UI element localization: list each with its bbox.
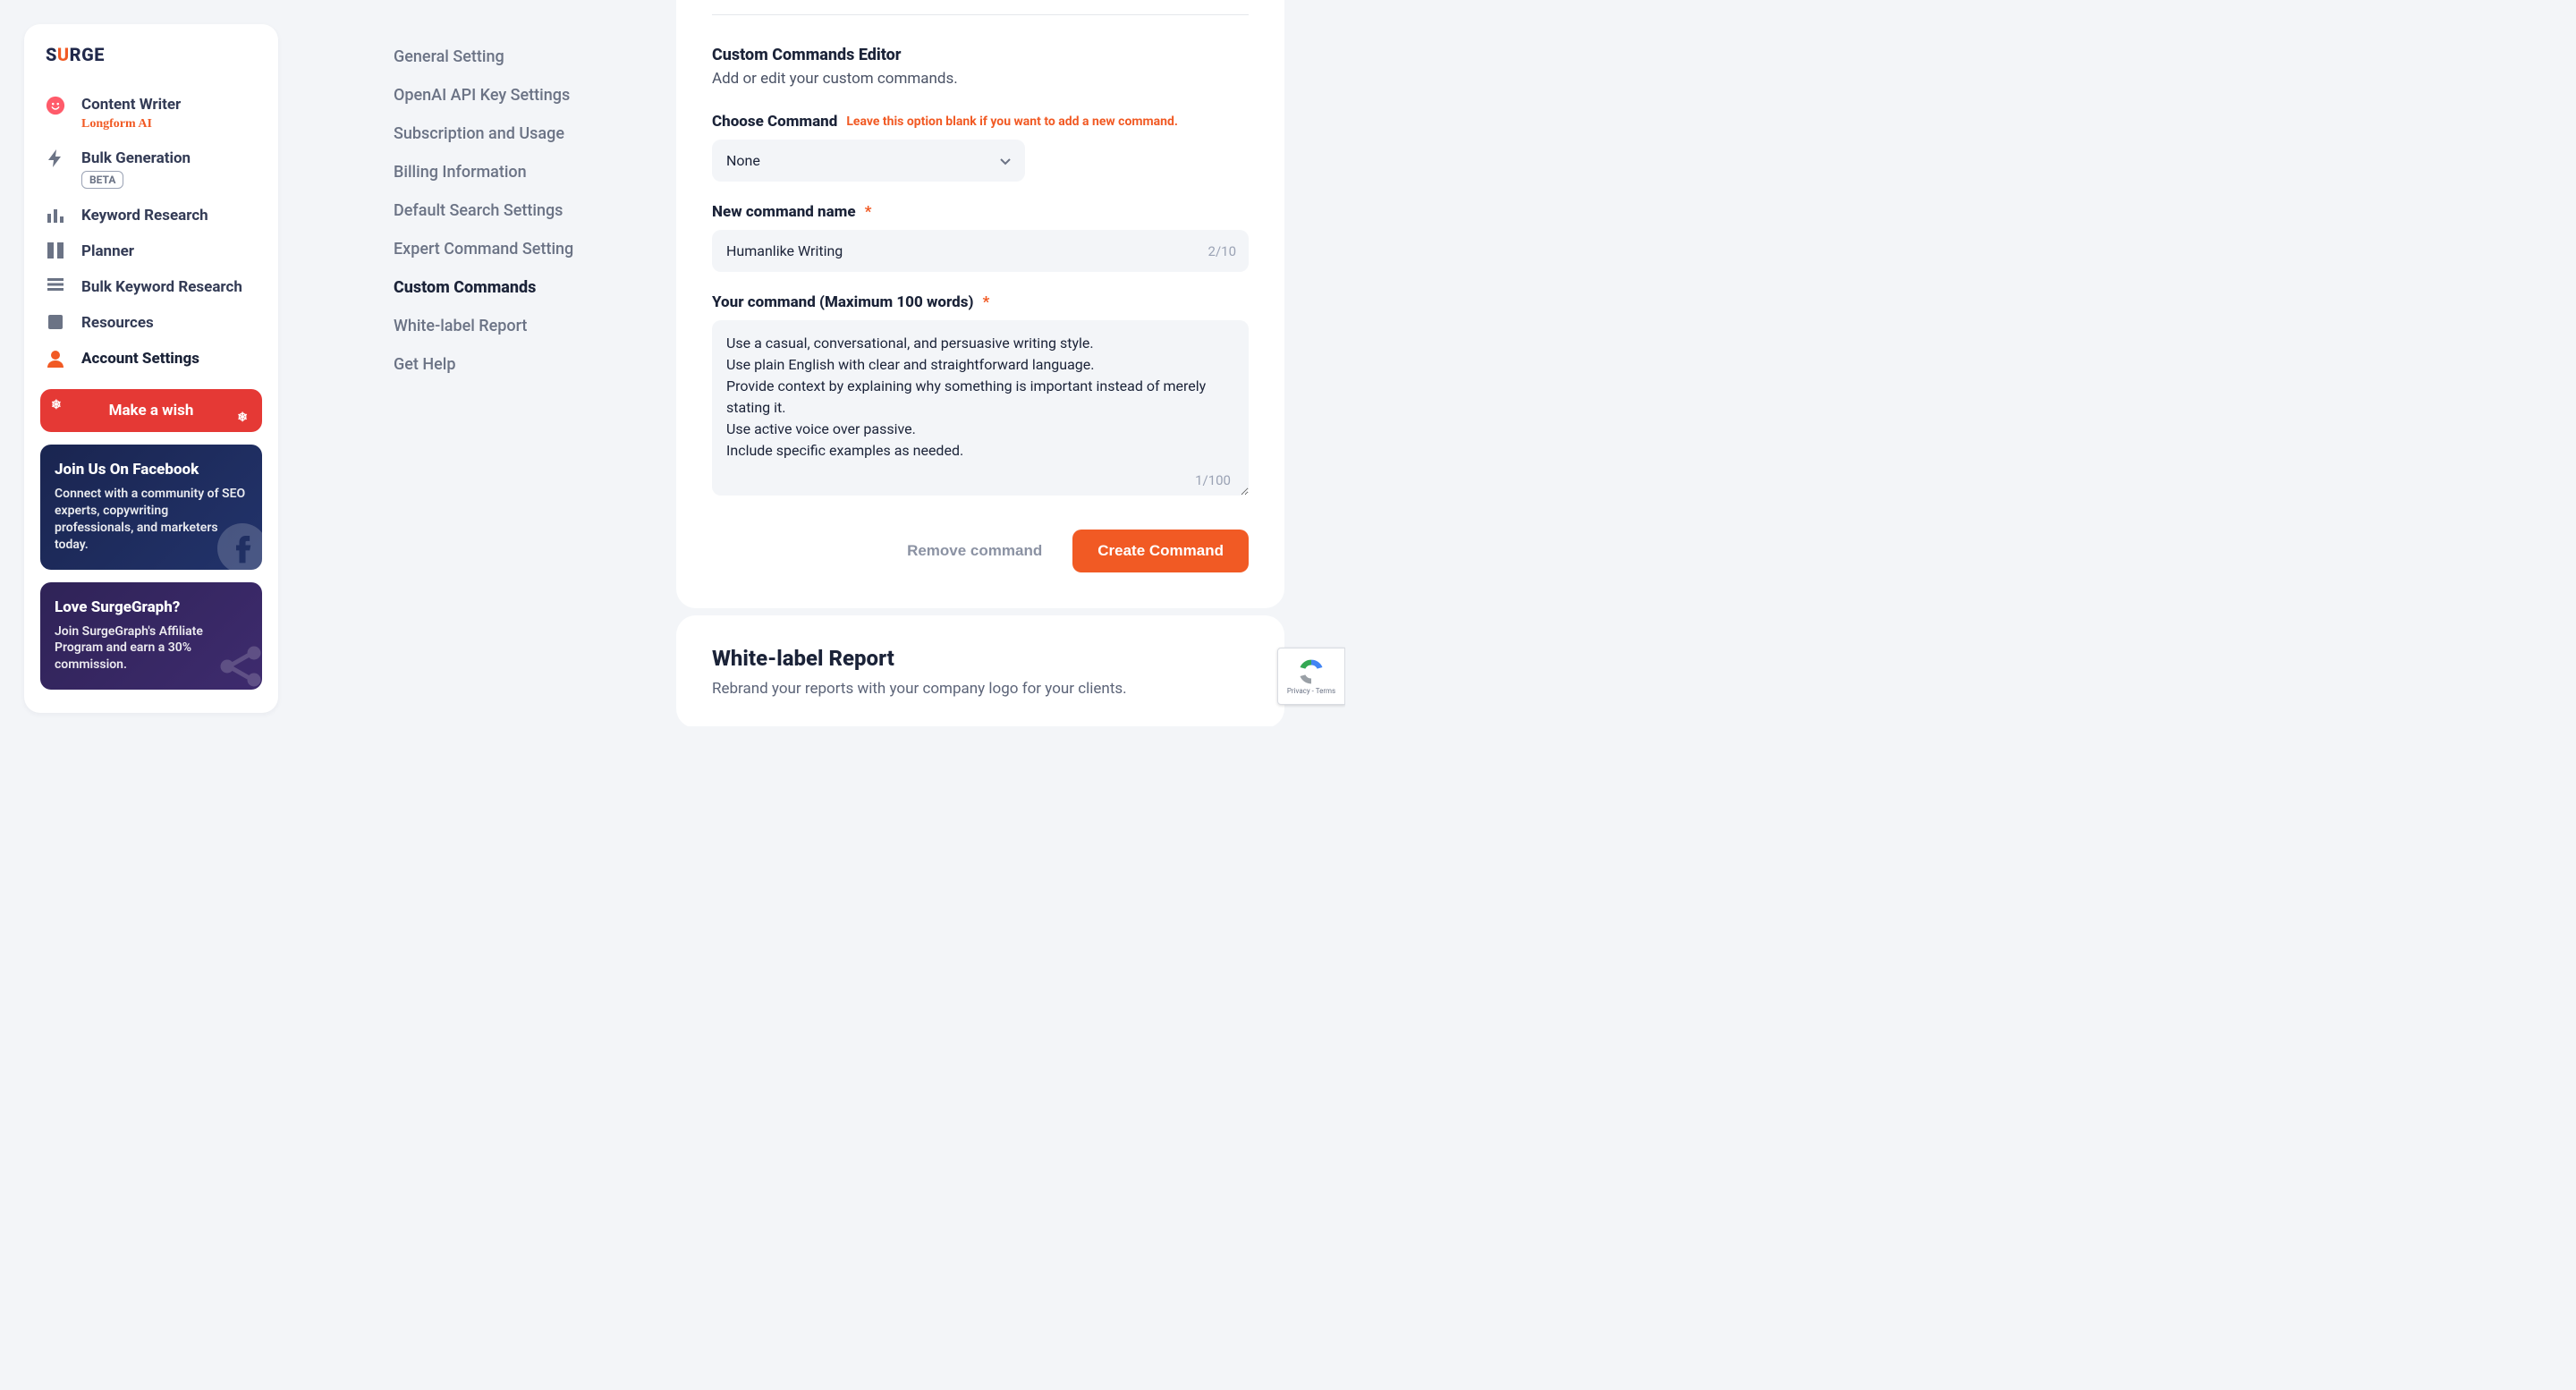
choose-command-value: None [726, 152, 760, 169]
editor-title: Custom Commands Editor [712, 46, 1249, 64]
white-label-card: White-label Report Rebrand your reports … [676, 615, 1284, 726]
sidebar-item-label: Bulk Generation [81, 149, 191, 167]
sidebar-item-label: Bulk Keyword Research [81, 278, 242, 296]
settings-subnav: General Setting OpenAI API Key Settings … [394, 38, 626, 384]
sidebar-item-bulk-generation[interactable]: Bulk Generation BETA [40, 140, 262, 198]
sidebar-item-bulk-keyword-research[interactable]: Bulk Keyword Research [40, 269, 262, 305]
promo-facebook-card[interactable]: Join Us On Facebook Connect with a commu… [40, 445, 262, 570]
share-icon [214, 640, 262, 690]
sidebar-item-label: Resources [81, 314, 154, 332]
subnav-custom-commands[interactable]: Custom Commands [394, 268, 626, 307]
chevron-down-icon [1000, 152, 1011, 169]
planner-icon [46, 242, 65, 259]
command-text-input[interactable] [712, 320, 1249, 496]
sidebar-item-sublabel: Longform AI [81, 117, 152, 131]
create-command-button[interactable]: Create Command [1072, 530, 1249, 572]
white-label-title: White-label Report [712, 646, 1249, 671]
subnav-openai-api-key[interactable]: OpenAI API Key Settings [394, 76, 626, 114]
snowflake-icon: ❄ [51, 398, 62, 412]
snowflake-icon: ❄ [237, 411, 248, 425]
recaptcha-icon [1296, 658, 1326, 685]
choose-command-select[interactable]: None [712, 140, 1025, 182]
sidebar-item-label: Account Settings [81, 350, 199, 368]
promo-wish-text: Make a wish [109, 402, 194, 420]
sidebar-item-label: Planner [81, 242, 134, 260]
book-icon [46, 314, 65, 330]
content-writer-icon [46, 96, 65, 115]
beta-badge: BETA [81, 171, 123, 189]
sidebar-item-planner[interactable]: Planner [40, 233, 262, 269]
command-name-input[interactable] [712, 230, 1249, 272]
bolt-icon [46, 149, 65, 167]
promo-affiliate-card[interactable]: Love SurgeGraph? Join SurgeGraph's Affil… [40, 582, 262, 691]
list-icon [46, 278, 65, 291]
sidebar-item-label: Keyword Research [81, 207, 208, 225]
command-text-counter: 1/100 [1195, 472, 1231, 488]
user-icon [46, 350, 65, 368]
recaptcha-badge: Privacy - Terms [1277, 648, 1345, 705]
choose-command-hint: Leave this option blank if you want to a… [846, 114, 1178, 129]
promo-title: Love SurgeGraph? [55, 598, 248, 616]
subnav-billing-information[interactable]: Billing Information [394, 153, 626, 191]
remove-command-button[interactable]: Remove command [902, 541, 1047, 561]
subnav-default-search-settings[interactable]: Default Search Settings [394, 191, 626, 230]
sidebar-item-resources[interactable]: Resources [40, 305, 262, 341]
command-text-label: Your command (Maximum 100 words)* [712, 293, 1249, 311]
app-sidebar: SURGE Content Writer Longform AI Bulk Ge… [24, 24, 278, 713]
choose-command-label: Choose Command Leave this option blank i… [712, 113, 1249, 131]
sidebar-item-content-writer[interactable]: Content Writer Longform AI [40, 87, 262, 140]
editor-subtitle: Add or edit your custom commands. [712, 70, 1249, 88]
subnav-general-setting[interactable]: General Setting [394, 38, 626, 76]
custom-commands-panel: Custom Commands Editor Add or edit your … [676, 0, 1284, 608]
command-name-label: New command name* [712, 203, 1249, 221]
promo-title: Join Us On Facebook [55, 461, 248, 479]
sidebar-item-account-settings[interactable]: Account Settings [40, 341, 262, 377]
divider [712, 14, 1249, 15]
subnav-subscription-usage[interactable]: Subscription and Usage [394, 114, 626, 153]
brand-logo: SURGE [40, 44, 262, 65]
bar-chart-icon [46, 207, 65, 223]
subnav-get-help[interactable]: Get Help [394, 345, 626, 384]
sidebar-item-keyword-research[interactable]: Keyword Research [40, 198, 262, 233]
promo-make-a-wish[interactable]: ❄ Make a wish ❄ [40, 389, 262, 432]
sidebar-item-label: Content Writer [81, 96, 181, 114]
white-label-subtitle: Rebrand your reports with your company l… [712, 680, 1249, 698]
command-name-counter: 2/10 [1208, 243, 1236, 259]
subnav-expert-command-setting[interactable]: Expert Command Setting [394, 230, 626, 268]
subnav-white-label-report[interactable]: White-label Report [394, 307, 626, 345]
facebook-icon [217, 523, 262, 570]
